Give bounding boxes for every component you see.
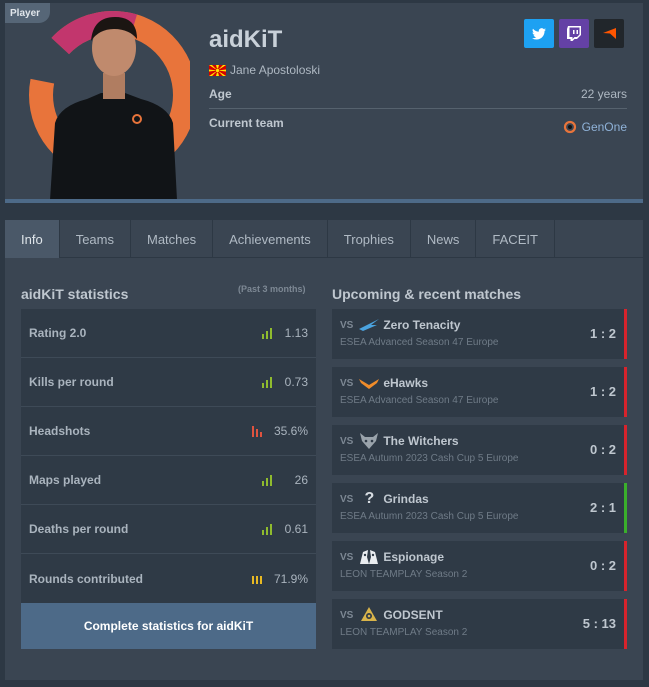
match-item[interactable]: VS eHawks ESEA Advanced Season 47 Europe… [332,367,627,417]
current-team-row: Current team GenOne [209,116,627,138]
question-mark-logo-icon: ? [364,490,375,507]
match-event: ESEA Advanced Season 47 Europe [340,337,499,348]
stat-row: Kills per round 0.73 [21,358,316,407]
vs-label: VS [340,319,354,331]
twitch-button[interactable] [559,19,589,48]
faceit-button[interactable] [594,19,624,48]
stat-name: Rounds contributed [29,571,143,586]
current-team-name: GenOne [581,120,627,134]
stat-name: Kills per round [29,375,114,389]
match-event: LEON TEAMPLAY Season 2 [340,627,468,638]
opponent-name: The Witchers [383,434,459,448]
player-tabs: Info Teams Matches Achievements Trophies… [5,220,643,258]
rating-bars-icon [262,474,272,486]
opponent-name: GODSENT [383,608,443,622]
matches-list: VS Zero Tenacity ESEA Advanced Season 47… [332,309,627,657]
player-realname-row: Jane Apostoloski [209,63,320,77]
tab-info[interactable]: Info [5,220,60,258]
player-info-panel: Info Teams Matches Achievements Trophies… [5,220,643,680]
match-score: 1 : 2 [589,326,616,341]
ehawks-logo-icon [359,375,380,391]
age-value: 22 years [580,87,627,101]
vs-label: VS [340,377,354,389]
zero-tenacity-logo-icon [359,317,380,333]
the-witchers-logo-icon [359,433,379,449]
rating-bars-icon [251,573,262,584]
match-score: 2 : 1 [589,500,616,515]
stat-row: Rounds contributed 71.9% [21,554,316,603]
opponent-name: Espionage [383,550,445,564]
twitter-icon [532,27,546,40]
match-item[interactable]: VS Zero Tenacity ESEA Advanced Season 47… [332,309,627,359]
player-photo [29,11,190,199]
match-item[interactable]: VS GODSENT LEON TEAMPLAY Season 2 5 : 13 [332,599,627,649]
stats-period: (Past 3 months) [238,284,306,294]
match-event: ESEA Autumn 2023 Cash Cup 5 Europe [340,453,519,464]
twitter-button[interactable] [524,19,554,48]
opponent-name: Zero Tenacity [383,318,461,332]
rating-bars-icon [262,523,272,535]
age-label: Age [209,87,232,101]
rating-bars-icon [262,327,272,339]
vs-label: VS [340,551,354,563]
match-item[interactable]: VS ? Grindas ESEA Autumn 2023 Cash Cup 5… [332,483,627,533]
current-team-link[interactable]: GenOne [563,116,627,138]
vs-label: VS [340,493,354,505]
vs-label: VS [340,435,354,447]
faceit-icon [602,28,616,39]
tab-news[interactable]: News [411,220,477,258]
player-badge: Player [5,3,51,23]
stat-value: 0.73 [284,375,308,389]
match-score: 0 : 2 [589,442,616,457]
stat-value: 0.61 [284,522,308,536]
stat-name: Deaths per round [29,522,129,536]
match-item[interactable]: VS The Witchers ESEA Autumn 2023 Cash Cu… [332,425,627,475]
tab-matches[interactable]: Matches [131,220,214,258]
stat-value: 1.13 [284,326,308,340]
match-item[interactable]: VS Espionage LEON TEAMPLAY Season 2 0 : … [332,541,627,591]
tab-trophies[interactable]: Trophies [328,220,411,258]
godsent-logo-icon [359,607,379,623]
tab-faceit[interactable]: FACEIT [476,220,555,258]
stats-title: aidKiT statistics [21,286,129,302]
stat-name: Maps played [29,473,102,487]
stat-value: 71.9% [273,571,308,586]
genone-logo-icon [563,120,576,134]
matches-title: Upcoming & recent matches [332,286,522,302]
age-row: Age 22 years [209,87,627,109]
tab-teams[interactable]: Teams [60,220,131,258]
opponent-name: Grindas [383,492,429,506]
rating-bars-icon [251,425,262,437]
stat-value: 35.6% [273,424,308,438]
north-macedonia-flag-icon [209,64,226,76]
player-real-name: Jane Apostoloski [230,63,321,77]
stat-value: 26 [294,473,308,487]
match-score: 1 : 2 [589,384,616,399]
match-score: 0 : 2 [589,558,616,573]
complete-statistics-button[interactable]: Complete statistics for aidKiT [21,603,316,649]
tab-achievements[interactable]: Achievements [213,220,328,258]
player-card: Player aidKiT Jane Apostoloski Age 22 ye… [5,3,643,203]
opponent-name: eHawks [383,376,429,390]
stat-name: Headshots [29,424,91,438]
stat-row: Rating 2.0 1.13 [21,309,316,358]
stat-row: Maps played 26 [21,456,316,505]
stats-list: Rating 2.0 1.13 Kills per round 0.73 Hea… [21,309,316,603]
twitch-icon [567,26,581,41]
stat-name: Rating 2.0 [29,326,87,340]
match-event: ESEA Advanced Season 47 Europe [340,395,499,406]
espionage-logo-icon [359,549,379,565]
stat-row: Deaths per round 0.61 [21,505,316,554]
match-score: 5 : 13 [582,616,616,631]
current-team-label: Current team [209,116,284,130]
vs-label: VS [340,609,354,621]
rating-bars-icon [262,376,272,388]
player-nickname: aidKiT [209,26,283,53]
stat-row: Headshots 35.6% [21,407,316,456]
match-event: ESEA Autumn 2023 Cash Cup 5 Europe [340,511,519,522]
match-event: LEON TEAMPLAY Season 2 [340,569,468,580]
